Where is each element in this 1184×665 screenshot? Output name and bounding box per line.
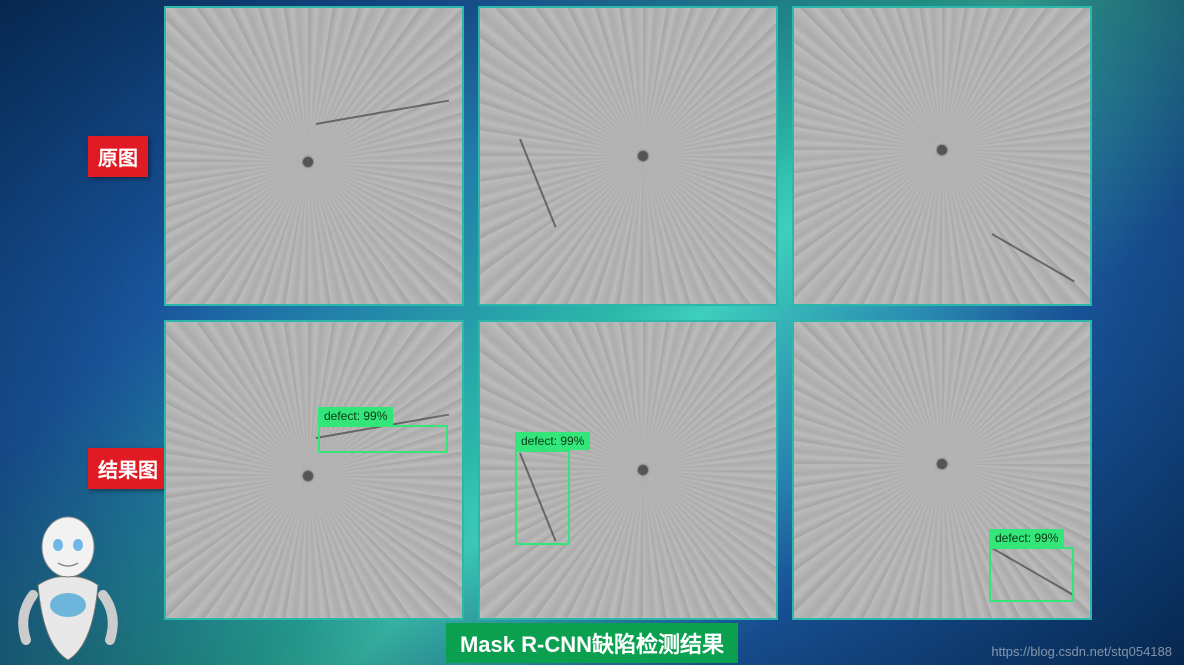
tile-result-1: defect: 99% bbox=[164, 320, 464, 620]
detection-label: defect: 99% bbox=[515, 432, 590, 450]
label-result: 结果图 bbox=[88, 448, 168, 489]
image-grid: defect: 99% defect: 99% defect: 99% bbox=[164, 6, 1092, 620]
center-dot bbox=[638, 151, 648, 161]
center-dot bbox=[303, 157, 313, 167]
texture bbox=[166, 8, 462, 304]
center-dot bbox=[638, 465, 648, 475]
detection-label: defect: 99% bbox=[318, 407, 393, 425]
tile-original-1 bbox=[164, 6, 464, 306]
tile-result-2: defect: 99% bbox=[478, 320, 778, 620]
watermark: https://blog.csdn.net/stq054188 bbox=[991, 644, 1172, 659]
detection-label: defect: 99% bbox=[989, 529, 1064, 547]
texture bbox=[794, 8, 1090, 304]
caption: Mask R-CNN缺陷检测结果 bbox=[446, 623, 738, 663]
center-dot bbox=[937, 145, 947, 155]
label-original: 原图 bbox=[88, 136, 148, 177]
texture bbox=[166, 322, 462, 618]
tile-original-2 bbox=[478, 6, 778, 306]
detection-bbox: defect: 99% bbox=[989, 547, 1074, 602]
tile-original-3 bbox=[792, 6, 1092, 306]
center-dot bbox=[303, 471, 313, 481]
detection-bbox: defect: 99% bbox=[318, 425, 448, 453]
center-dot bbox=[937, 459, 947, 469]
detection-bbox: defect: 99% bbox=[515, 450, 570, 545]
tile-result-3: defect: 99% bbox=[792, 320, 1092, 620]
texture bbox=[480, 8, 776, 304]
robot-icon bbox=[8, 505, 128, 665]
